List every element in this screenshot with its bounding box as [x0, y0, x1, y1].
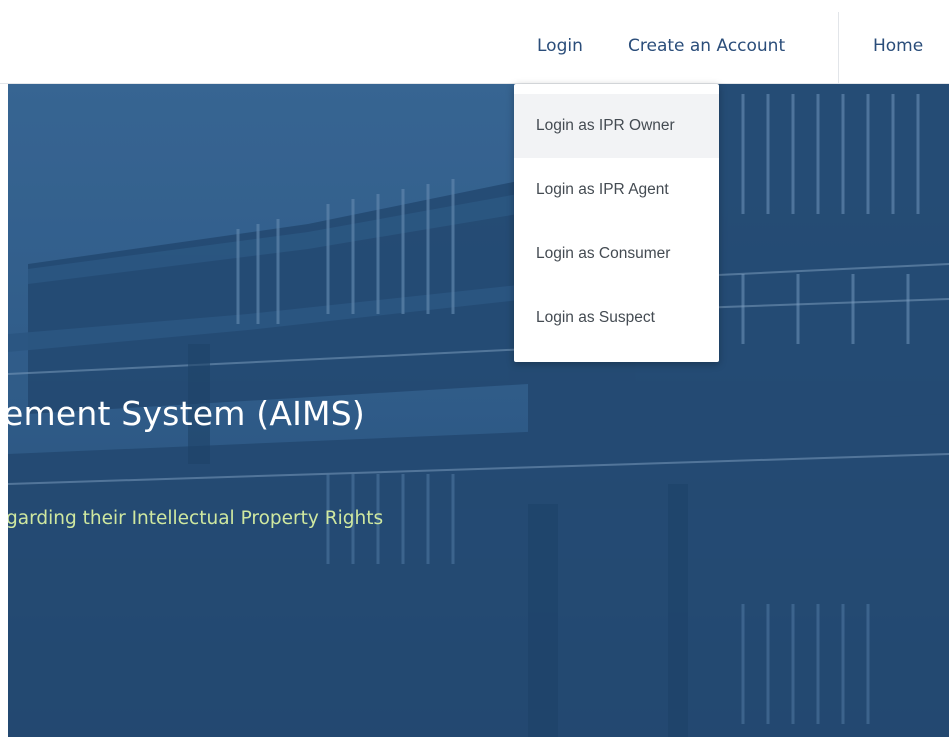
hero-subtitle: garding their Intellectual Property Righ…: [8, 508, 384, 529]
nav-login-link[interactable]: Login: [537, 36, 583, 56]
nav-divider: [838, 12, 839, 84]
menu-item-login-suspect[interactable]: Login as Suspect: [514, 286, 719, 350]
hero-banner: ement System (AIMS) garding their Intell…: [8, 84, 949, 737]
hero-title: ement System (AIMS): [8, 394, 365, 433]
menu-item-login-ipr-agent[interactable]: Login as IPR Agent: [514, 158, 719, 222]
top-navbar: Login Create an Account Home: [0, 0, 949, 84]
menu-item-login-consumer[interactable]: Login as Consumer: [514, 222, 719, 286]
nav-create-account-link[interactable]: Create an Account: [628, 36, 785, 56]
menu-item-login-ipr-owner[interactable]: Login as IPR Owner: [514, 94, 719, 158]
nav-home-link[interactable]: Home: [873, 36, 923, 56]
login-dropdown-menu: Login as IPR Owner Login as IPR Agent Lo…: [514, 84, 719, 362]
